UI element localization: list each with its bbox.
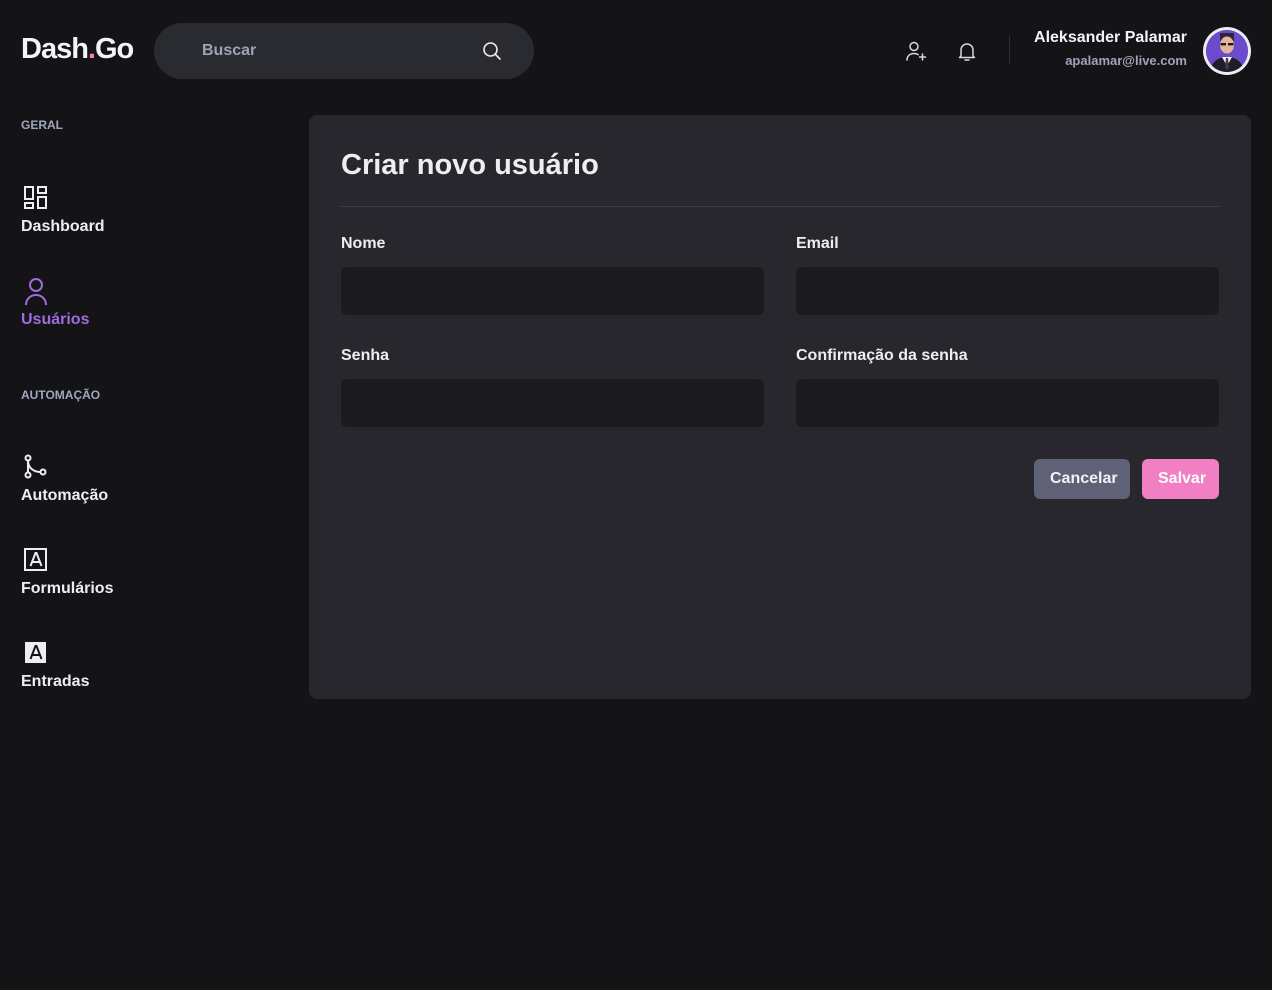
title-divider [341,206,1219,207]
header-divider [1009,36,1010,64]
logo: Dash.Go [21,33,134,66]
sidebar-item-automacao[interactable]: Automação [21,452,108,505]
password-label: Senha [341,347,390,364]
form-outline-icon [24,548,47,571]
sidebar-item-formularios[interactable]: Formulários [21,545,113,598]
notification-bell-icon[interactable] [955,39,979,63]
avatar[interactable] [1203,27,1251,75]
email-label: Email [796,235,839,252]
search-bar[interactable]: Buscar [154,23,534,79]
search-input[interactable]: Buscar [202,42,482,60]
sidebar-item-label: Entradas [21,673,90,690]
email-field-group: Email [796,235,1219,315]
add-user-icon[interactable] [904,39,928,63]
sidebar-item-label: Dashboard [21,218,105,235]
form-filled-icon [25,642,46,663]
save-button[interactable]: Salvar [1142,459,1219,499]
sidebar-item-usuarios[interactable]: Usuários [21,276,89,329]
sidebar-item-label: Formulários [21,580,114,597]
user-name: Aleksander Palamar [1034,29,1187,46]
user-icon [25,278,47,306]
form-grid: Nome Email Senha Confirmação da senha [341,235,1219,427]
logo-text-end: Go [94,33,134,65]
sidebar-section-title-automacao: AUTOMAÇÃO [21,388,101,402]
form-actions: Cancelar Salvar [341,459,1219,499]
search-icon[interactable] [482,41,502,61]
sidebar-item-dashboard[interactable]: Dashboard [21,183,105,236]
page-title: Criar novo usuário [341,149,599,181]
password-field-group: Senha [341,347,764,427]
sidebar-item-label: Automação [21,487,109,504]
password-confirmation-input[interactable] [796,379,1219,427]
sidebar-item-label: Usuários [21,311,90,328]
create-user-card: Criar novo usuário Nome Email Senha Conf… [309,115,1251,699]
name-input[interactable] [341,267,764,315]
sidebar-item-entradas[interactable]: Entradas [21,638,89,691]
password-input[interactable] [341,379,764,427]
sidebar-section-title-geral: GERAL [21,118,63,132]
dashboard-icon [24,186,47,209]
git-merge-icon [24,454,47,479]
user-email: apalamar@live.com [1065,53,1187,68]
cancel-button[interactable]: Cancelar [1034,459,1130,499]
logo-text-main: Dash [21,33,89,65]
password-confirmation-field-group: Confirmação da senha [796,347,1219,427]
logo-dot: . [87,33,96,65]
name-label: Nome [341,235,386,252]
name-field-group: Nome [341,235,764,315]
user-info: Aleksander Palamar apalamar@live.com [1034,29,1187,68]
email-input[interactable] [796,267,1219,315]
password-confirmation-label: Confirmação da senha [796,347,968,364]
